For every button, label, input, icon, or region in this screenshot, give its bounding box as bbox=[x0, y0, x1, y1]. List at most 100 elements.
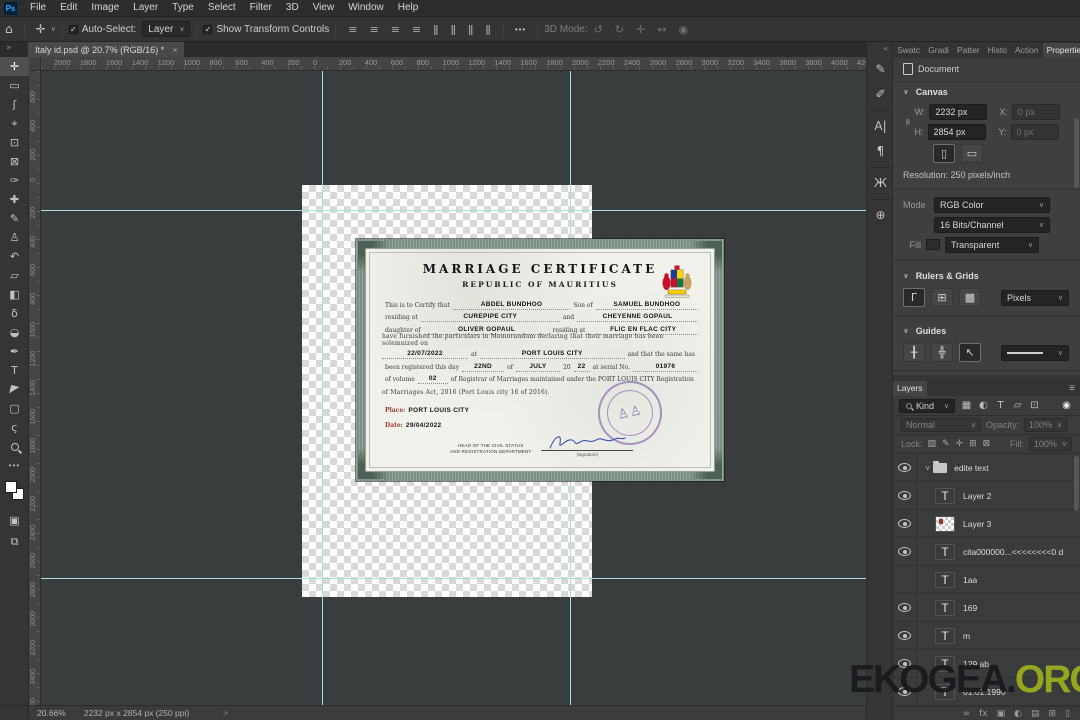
history-brush-tool[interactable]: ↶ bbox=[0, 247, 29, 266]
3d-roll-icon[interactable]: ↻ bbox=[609, 23, 630, 36]
canvas-height-field[interactable]: 2854 px bbox=[927, 123, 986, 140]
healing-brush-tool[interactable]: ✚ bbox=[0, 190, 29, 209]
brushes-icon[interactable]: ✐ bbox=[867, 82, 894, 107]
glyphs-panel-icon[interactable]: Ж bbox=[867, 171, 894, 196]
text-layer-icon[interactable]: T bbox=[935, 627, 955, 644]
grid-toggle-icon[interactable]: ⊞ bbox=[931, 288, 953, 308]
delete-layer-icon[interactable]: ▯ bbox=[1065, 709, 1070, 719]
menu-filter[interactable]: Filter bbox=[243, 0, 279, 16]
distribute-left-icon[interactable]: ǁ bbox=[427, 23, 444, 36]
character-panel-icon[interactable]: A| bbox=[867, 114, 894, 139]
foreground-color-swatch[interactable] bbox=[5, 481, 17, 493]
new-layer-icon[interactable]: ⊞ bbox=[1049, 709, 1057, 719]
layer-row[interactable]: T 1aa bbox=[893, 566, 1080, 594]
bit-depth-select[interactable]: 16 Bits/Channel ∨ bbox=[934, 216, 1050, 233]
menu-select[interactable]: Select bbox=[201, 0, 243, 16]
canvas-width-field[interactable]: 2232 px bbox=[929, 103, 988, 120]
photoshop-logo[interactable]: Ps bbox=[4, 1, 17, 15]
align-justify-icon[interactable]: ≡ bbox=[406, 23, 427, 36]
layer-name[interactable]: 1aa bbox=[963, 575, 977, 585]
marriage-certificate-image[interactable]: MARRIAGE CERTIFICATE REPUBLIC OF MAURITI… bbox=[356, 239, 724, 481]
horizontal-guide[interactable] bbox=[41, 210, 866, 211]
lock-position-icon[interactable]: ✛ bbox=[956, 439, 964, 449]
chevron-down-icon[interactable]: ∨ bbox=[51, 25, 56, 33]
clone-stamp-tool[interactable]: ♙ bbox=[0, 228, 29, 247]
tab-gradi[interactable]: Gradi bbox=[924, 43, 953, 58]
menu-3d[interactable]: 3D bbox=[279, 0, 306, 16]
ruler-units-select[interactable]: Pixels ∨ bbox=[1001, 289, 1069, 306]
lock-all-icon[interactable]: ⊠ bbox=[983, 439, 991, 449]
layer-name[interactable]: 169 bbox=[963, 603, 977, 613]
zoom-tool[interactable] bbox=[0, 437, 29, 456]
lock-artboard-icon[interactable]: ⊞ bbox=[969, 439, 977, 449]
visibility-toggle[interactable] bbox=[893, 454, 917, 481]
lasso-tool[interactable]: ʃ bbox=[0, 95, 29, 114]
guide-style-select[interactable]: ∨ bbox=[1001, 344, 1069, 361]
tab-action[interactable]: Action bbox=[1011, 43, 1043, 58]
layer-row[interactable]: T Layer 2 bbox=[893, 482, 1080, 510]
layer-name[interactable]: cita000000...<<<<<<<<0 d bbox=[963, 547, 1063, 557]
3d-drag-icon[interactable]: ✛ bbox=[630, 23, 651, 36]
filter-pixel-icon[interactable]: ▦ bbox=[959, 400, 974, 411]
libraries-panel-icon[interactable]: ⊕ bbox=[867, 203, 894, 228]
link-layers-icon[interactable]: ∞ bbox=[963, 709, 971, 719]
hand-tool[interactable]: ς bbox=[0, 418, 29, 437]
eyedropper-tool[interactable]: ✑ bbox=[0, 171, 29, 190]
lock-guides-icon[interactable]: ╬ bbox=[931, 343, 953, 363]
dodge-tool[interactable]: ◒ bbox=[0, 323, 29, 342]
text-layer-icon[interactable]: T bbox=[935, 543, 955, 560]
tab-swatc[interactable]: Swatc bbox=[893, 43, 924, 58]
fill-swatch[interactable] bbox=[926, 239, 940, 251]
menu-layer[interactable]: Layer bbox=[126, 0, 165, 16]
blur-tool[interactable]: δ bbox=[0, 304, 29, 323]
visibility-toggle[interactable] bbox=[893, 510, 917, 537]
vertical-guide[interactable] bbox=[322, 71, 323, 705]
filter-adjustment-icon[interactable]: ◐ bbox=[976, 400, 991, 411]
menu-type[interactable]: Type bbox=[165, 0, 201, 16]
paragraph-panel-icon[interactable]: ¶ bbox=[867, 139, 894, 164]
visibility-toggle[interactable] bbox=[893, 594, 917, 621]
horizontal-ruler[interactable]: 2000 1800 1600 1400 1200 1000 800 600 400 200 0 200… bbox=[41, 57, 866, 71]
ruler-toggle-icon[interactable]: Γ bbox=[903, 288, 925, 308]
pen-tool[interactable]: ✒ bbox=[0, 342, 29, 361]
auto-select-target-dropdown[interactable]: Layer ∨ bbox=[142, 21, 191, 37]
brush-settings-icon[interactable]: ✎ bbox=[867, 57, 894, 82]
new-group-icon[interactable]: ▤ bbox=[1031, 709, 1040, 719]
menu-view[interactable]: View bbox=[306, 0, 342, 16]
collapse-section-icon[interactable]: ∨ bbox=[903, 272, 909, 280]
visibility-toggle[interactable] bbox=[893, 482, 917, 509]
collapse-section-icon[interactable]: ∨ bbox=[903, 327, 909, 335]
layer-filter-kind-select[interactable]: Kind ∨ bbox=[899, 398, 955, 413]
object-selection-tool[interactable]: ⌖ bbox=[0, 114, 29, 133]
document-tab[interactable]: Italy id.psd @ 20.7% (RGB/16) * × bbox=[28, 42, 185, 57]
brush-tool[interactable]: ✎ bbox=[0, 209, 29, 228]
text-layer-icon[interactable]: T bbox=[935, 571, 955, 588]
pixel-grid-toggle-icon[interactable]: ▩ bbox=[959, 288, 981, 308]
visibility-toggle[interactable] bbox=[893, 566, 917, 593]
auto-select-checkbox[interactable]: ✓ bbox=[68, 24, 78, 34]
tab-histo[interactable]: Histo bbox=[984, 43, 1011, 58]
toolbar-collapse-icon[interactable]: » bbox=[6, 43, 12, 53]
vertical-ruler[interactable]: 600 400 200 0 200 400 600 800 1000 1200 1400 1600 18… bbox=[29, 71, 41, 705]
frame-tool[interactable]: ⊠ bbox=[0, 152, 29, 171]
tab-layers[interactable]: Layers bbox=[893, 381, 927, 396]
layer-thumbnail[interactable] bbox=[935, 515, 955, 532]
landscape-orientation-button[interactable]: ▭ bbox=[961, 144, 983, 164]
menu-edit[interactable]: Edit bbox=[53, 0, 84, 16]
visibility-toggle[interactable] bbox=[893, 622, 917, 649]
3d-slide-icon[interactable]: ↔ bbox=[651, 23, 672, 36]
menu-window[interactable]: Window bbox=[341, 0, 391, 16]
layers-scrollbar[interactable] bbox=[1074, 456, 1079, 511]
more-options-icon[interactable]: ••• bbox=[510, 25, 531, 34]
filter-type-icon[interactable]: T bbox=[993, 400, 1008, 411]
color-mode-select[interactable]: RGB Color ∨ bbox=[934, 196, 1050, 213]
screen-mode-icon[interactable]: ⧉ bbox=[0, 532, 29, 551]
3d-camera-icon[interactable]: ◉ bbox=[672, 23, 694, 36]
align-right-icon[interactable]: ≡ bbox=[385, 23, 406, 36]
marquee-tool[interactable]: ▭ bbox=[0, 76, 29, 95]
layer-name[interactable]: m bbox=[963, 631, 970, 641]
close-icon[interactable]: × bbox=[172, 45, 177, 55]
clear-guides-icon[interactable]: ↖ bbox=[959, 343, 981, 363]
show-transform-checkbox[interactable]: ✓ bbox=[203, 24, 213, 34]
tab-properties[interactable]: Properties bbox=[1042, 42, 1080, 58]
